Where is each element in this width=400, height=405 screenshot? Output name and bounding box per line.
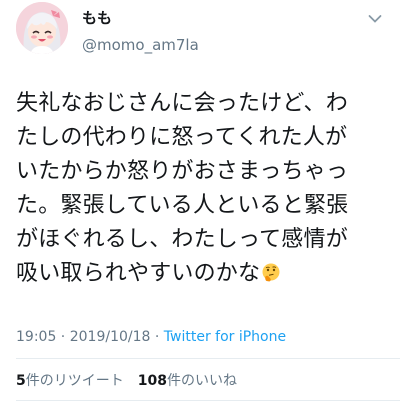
- tweet-time[interactable]: 19:05: [16, 329, 56, 345]
- meta-separator-2: ·: [150, 329, 164, 345]
- tweet-text: 失礼なおじさんに会ったけど、わ たしの代わりに怒ってくれた人が いたからか怒りが…: [16, 87, 386, 291]
- retweets-stat[interactable]: 5件のリツイート: [16, 373, 124, 389]
- tweet-source-link[interactable]: Twitter for iPhone: [164, 329, 286, 345]
- likes-stat[interactable]: 108件のいいね: [138, 373, 237, 389]
- handle[interactable]: @momo_am7la: [82, 36, 199, 54]
- likes-label: 件のいいね: [166, 373, 237, 389]
- tweet-detail: もも @momo_am7la 失礼なおじさんに会ったけど、わ たしの代わりに怒っ…: [0, 0, 400, 405]
- likes-count: 108: [137, 373, 167, 389]
- display-name[interactable]: もも: [82, 9, 199, 27]
- chevron-down-icon[interactable]: [368, 14, 382, 24]
- retweets-label: 件のリツイート: [25, 373, 124, 389]
- anime-girl-avatar-icon: [16, 2, 68, 54]
- retweets-count: 5: [16, 373, 26, 389]
- divider: [16, 358, 400, 359]
- tweet-date[interactable]: 2019/10/18: [70, 329, 151, 345]
- tweet-text-content: 失礼なおじさんに会ったけど、わ たしの代わりに怒ってくれた人が いたからか怒りが…: [16, 91, 349, 286]
- meta-separator: ·: [56, 329, 70, 345]
- author-block[interactable]: もも @momo_am7la: [82, 9, 199, 54]
- engagement-stats: 5件のリツイート 108件のいいね: [16, 372, 237, 390]
- tweet-meta: 19:05 · 2019/10/18 · Twitter for iPhone: [16, 328, 286, 346]
- avatar[interactable]: [16, 2, 68, 54]
- thinking-face-icon: [262, 263, 280, 282]
- divider-bottom: [16, 400, 400, 401]
